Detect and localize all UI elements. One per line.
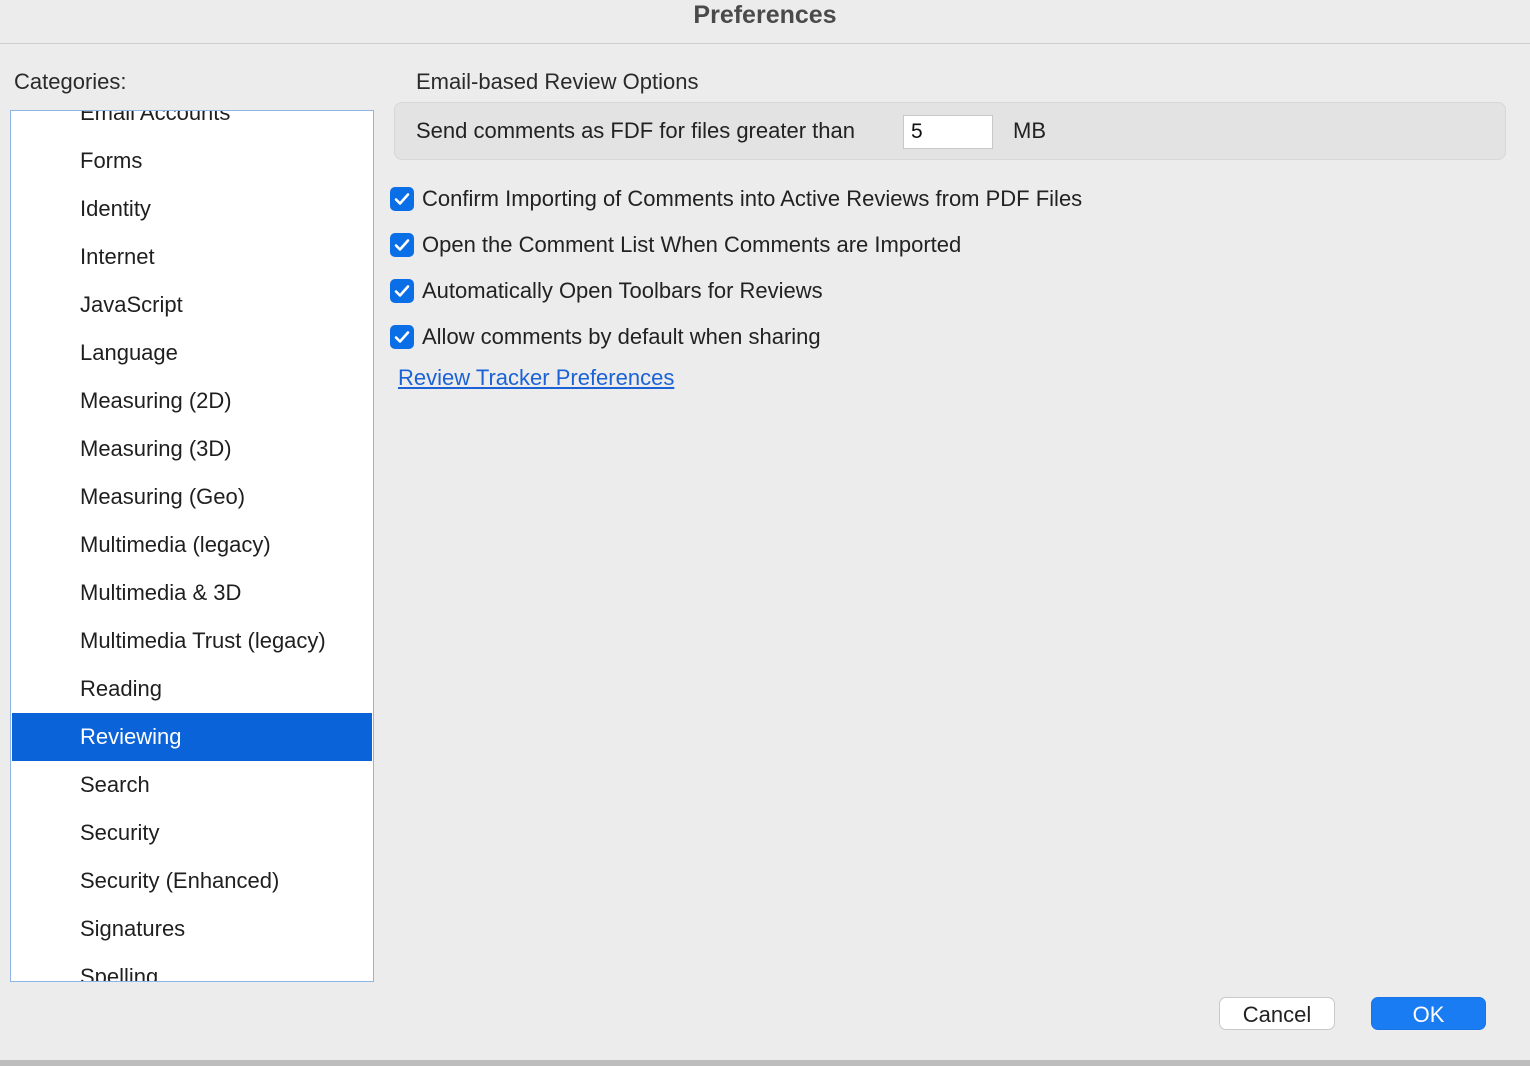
open-comment-list-label: Open the Comment List When Comments are …	[422, 232, 962, 257]
category-language[interactable]: Language	[12, 329, 372, 377]
preferences-window: Preferences Categories: Email Accounts F…	[0, 0, 1530, 1066]
checkmark-icon	[394, 193, 410, 205]
category-measuring-geo[interactable]: Measuring (Geo)	[12, 473, 372, 521]
fdf-threshold-label: Send comments as FDF for files greater t…	[416, 118, 855, 143]
category-multimedia-3d[interactable]: Multimedia & 3D	[12, 569, 372, 617]
category-multimedia-trust-legacy[interactable]: Multimedia Trust (legacy)	[12, 617, 372, 665]
window-bottom-edge	[0, 1060, 1530, 1066]
category-measuring-2d[interactable]: Measuring (2D)	[12, 377, 372, 425]
category-measuring-3d[interactable]: Measuring (3D)	[12, 425, 372, 473]
ok-button[interactable]: OK	[1371, 997, 1486, 1030]
open-comment-list-checkbox[interactable]	[390, 233, 414, 257]
confirm-importing-option[interactable]: Confirm Importing of Comments into Activ…	[390, 185, 1082, 213]
auto-open-toolbars-label: Automatically Open Toolbars for Reviews	[422, 278, 823, 303]
category-spelling[interactable]: Spelling	[12, 953, 372, 981]
auto-open-toolbars-checkbox[interactable]	[390, 279, 414, 303]
categories-label: Categories:	[14, 69, 127, 94]
allow-comments-option[interactable]: Allow comments by default when sharing	[390, 323, 821, 351]
section-title: Email-based Review Options	[416, 69, 699, 94]
category-javascript[interactable]: JavaScript	[12, 281, 372, 329]
title-bar[interactable]: Preferences	[0, 0, 1530, 44]
category-reviewing[interactable]: Reviewing	[12, 713, 372, 761]
confirm-importing-label: Confirm Importing of Comments into Activ…	[422, 186, 1083, 211]
category-multimedia-legacy[interactable]: Multimedia (legacy)	[12, 521, 372, 569]
category-forms[interactable]: Forms	[12, 137, 372, 185]
category-email-accounts[interactable]: Email Accounts	[12, 111, 372, 137]
category-internet[interactable]: Internet	[12, 233, 372, 281]
checkmark-icon	[394, 331, 410, 343]
fdf-size-unit: MB	[1013, 118, 1046, 143]
category-security[interactable]: Security	[12, 809, 372, 857]
checkmark-icon	[394, 239, 410, 251]
category-signatures[interactable]: Signatures	[12, 905, 372, 953]
window-title: Preferences	[693, 1, 837, 29]
category-reading[interactable]: Reading	[12, 665, 372, 713]
auto-open-toolbars-option[interactable]: Automatically Open Toolbars for Reviews	[390, 277, 823, 305]
cancel-button[interactable]: Cancel	[1219, 997, 1335, 1030]
checkmark-icon	[394, 285, 410, 297]
category-search[interactable]: Search	[12, 761, 372, 809]
email-options-group: Send comments as FDF for files greater t…	[394, 102, 1506, 160]
category-identity[interactable]: Identity	[12, 185, 372, 233]
category-security-enhanced[interactable]: Security (Enhanced)	[12, 857, 372, 905]
review-tracker-preferences-link[interactable]: Review Tracker Preferences	[398, 364, 674, 392]
categories-list[interactable]: Email Accounts Forms Identity Internet J…	[10, 110, 374, 982]
confirm-importing-checkbox[interactable]	[390, 187, 414, 211]
open-comment-list-option[interactable]: Open the Comment List When Comments are …	[390, 231, 961, 259]
fdf-size-input[interactable]	[903, 115, 993, 149]
allow-comments-checkbox[interactable]	[390, 325, 414, 349]
allow-comments-label: Allow comments by default when sharing	[422, 324, 821, 349]
